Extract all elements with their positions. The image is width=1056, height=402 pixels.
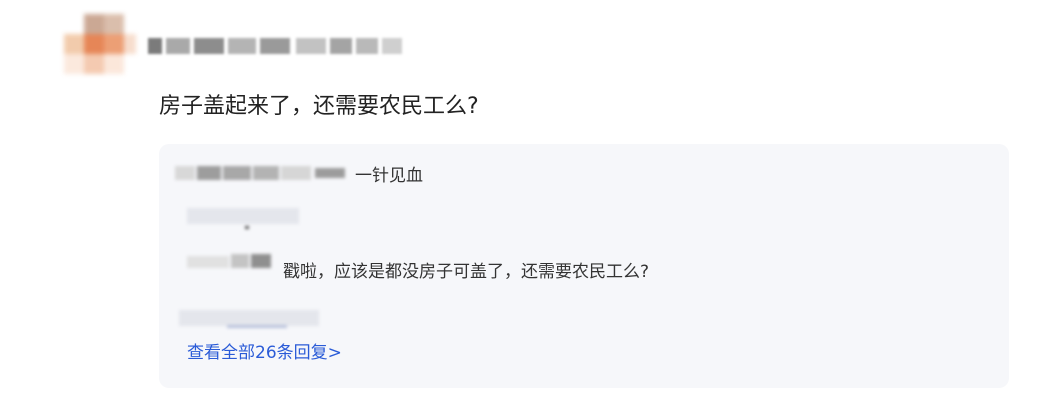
reply-text: 一针见血 xyxy=(355,166,423,186)
reply-meta xyxy=(187,206,299,229)
reply-text: 戳啦，应该是都没房子可盖了，还需要农民工么? xyxy=(283,262,650,282)
reply-author-name[interactable] xyxy=(175,164,350,182)
username[interactable] xyxy=(148,36,408,56)
reply-author-name[interactable] xyxy=(187,252,273,270)
comment-item: 房子盖起来了，还需要农民工么? 一针见血 戳啦，应该是都没房子可盖了，还需要农民… xyxy=(0,0,1056,402)
comment-text: 房子盖起来了，还需要农民工么? xyxy=(159,94,479,119)
reply-meta xyxy=(179,310,319,328)
view-all-replies-link[interactable]: 查看全部26条回复> xyxy=(187,341,342,365)
avatar[interactable] xyxy=(64,14,136,80)
reply-box: 一针见血 戳啦，应该是都没房子可盖了，还需要农民工么? 查看全部26条回复> xyxy=(159,144,1009,388)
